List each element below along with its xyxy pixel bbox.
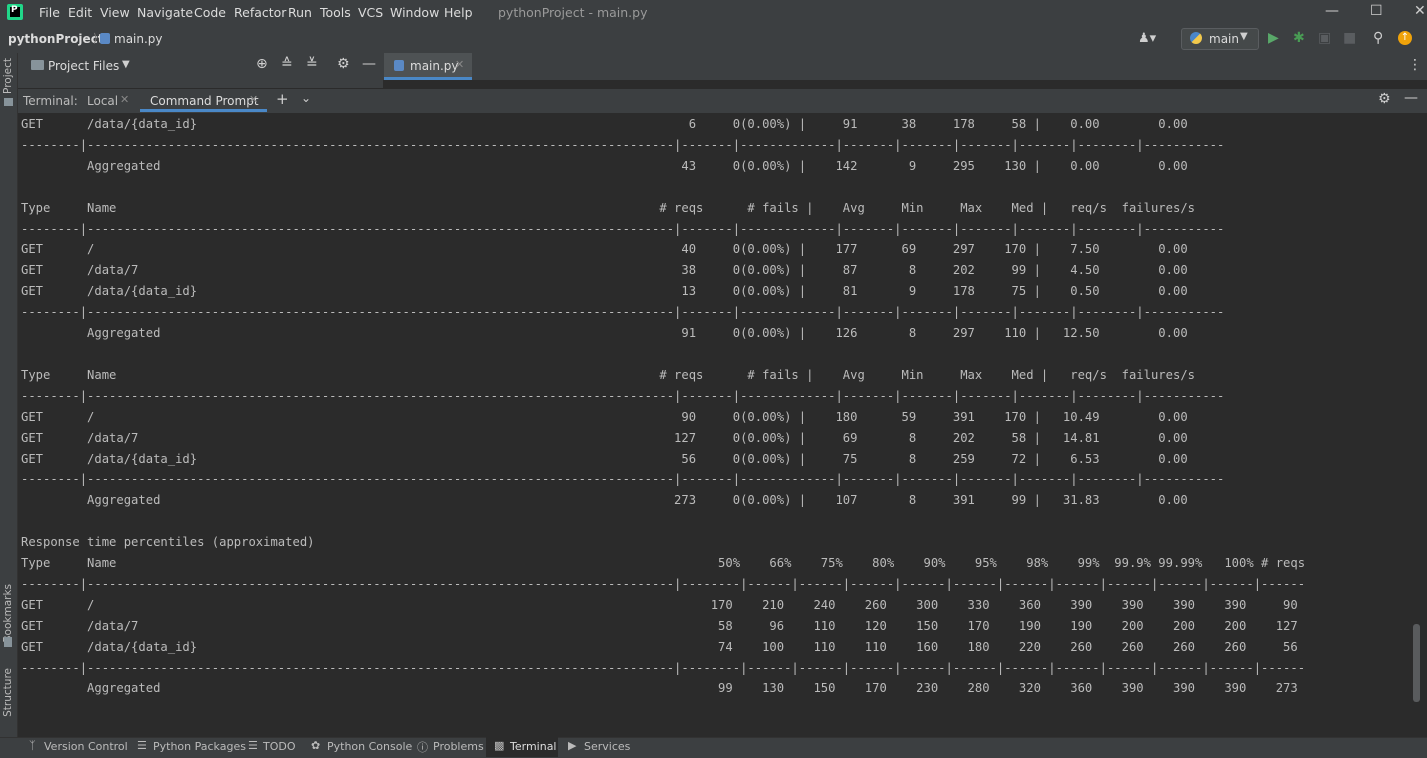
stop-icon[interactable]: ■ xyxy=(1343,30,1356,46)
menu-code[interactable]: Code xyxy=(194,5,226,20)
menu-window[interactable]: Window xyxy=(390,5,439,20)
close-icon[interactable]: ✕ xyxy=(249,93,258,106)
menu-tools[interactable]: Tools xyxy=(320,5,351,20)
editor-tab-label[interactable]: main.py xyxy=(410,59,459,73)
status-tab-services[interactable]: Services xyxy=(584,740,630,753)
window-title: pythonProject - main.py xyxy=(498,5,648,20)
chevron-down-icon: ▼ xyxy=(1240,31,1248,42)
folder-icon xyxy=(4,98,13,106)
expand-all-icon[interactable]: ≙ xyxy=(281,56,293,72)
breadcrumb-project[interactable]: pythonProject xyxy=(8,32,104,46)
menu-vcs[interactable]: VCS xyxy=(358,5,383,20)
terminal-icon: ▩ xyxy=(494,739,505,752)
gear-icon[interactable]: ⚙ xyxy=(337,56,350,72)
run-icon[interactable]: ▶ xyxy=(1268,30,1279,46)
run-configuration-label: main xyxy=(1209,32,1239,46)
problems-icon: ⓘ xyxy=(417,741,428,754)
status-tab-python-packages[interactable]: Python Packages xyxy=(153,740,246,753)
editor-tab-bar xyxy=(383,53,1427,80)
project-tree-partial xyxy=(18,80,383,88)
chevron-down-icon[interactable]: ▼ xyxy=(122,59,130,70)
status-tab-problems[interactable]: Problems xyxy=(433,740,484,753)
status-tab-version-control[interactable]: Version Control xyxy=(44,740,128,753)
folder-icon xyxy=(31,60,44,70)
minimize-window-button[interactable]: — xyxy=(1325,3,1339,19)
python-packages-icon: ☰ xyxy=(137,739,147,752)
version-control-icon: ᛉ xyxy=(29,739,36,752)
project-view-selector[interactable]: Project Files xyxy=(48,59,119,73)
maximize-window-icon[interactable]: ☐ xyxy=(1370,3,1383,19)
more-options-icon[interactable]: ⋮ xyxy=(1408,57,1422,73)
terminal-tab-command-prompt-label[interactable]: Command Prompt xyxy=(150,94,259,108)
python-file-icon xyxy=(394,60,404,71)
pycharm-logo-icon[interactable]: P xyxy=(7,4,23,20)
user-account-icon[interactable]: ♟▾ xyxy=(1138,31,1156,46)
status-tab-todo[interactable]: TODO xyxy=(263,740,296,753)
coverage-icon[interactable]: ▣ xyxy=(1318,30,1331,46)
bookmarks-tool-button[interactable]: Bookmarks xyxy=(2,584,14,643)
search-icon[interactable]: ⚲ xyxy=(1373,30,1383,46)
hide-panel-icon[interactable]: — xyxy=(1404,90,1418,106)
python-icon xyxy=(1190,32,1202,44)
status-tab-terminal[interactable]: Terminal xyxy=(510,740,557,753)
python-console-icon: ✿ xyxy=(311,739,321,752)
terminal-output[interactable]: GET /data/{data_id} 6 0(0.00%) | 91 38 1… xyxy=(18,114,1410,699)
update-icon[interactable]: ↑ xyxy=(1398,31,1412,45)
terminal-output-area[interactable]: GET /data/{data_id} 6 0(0.00%) | 91 38 1… xyxy=(18,113,1410,735)
menu-navigate[interactable]: Navigate xyxy=(137,5,193,20)
terminal-tab-local[interactable]: Local xyxy=(87,94,118,108)
collapse-all-icon[interactable]: ≚ xyxy=(306,56,318,72)
breadcrumb-separator-icon: ⟩ xyxy=(93,31,98,45)
locate-file-icon[interactable]: ⊕ xyxy=(256,56,268,72)
chevron-down-icon[interactable]: ⌄ xyxy=(301,91,311,105)
menu-refactor[interactable]: Refactor xyxy=(234,5,286,20)
breadcrumb-file[interactable]: main.py xyxy=(114,32,163,46)
new-terminal-icon[interactable]: + xyxy=(276,90,289,108)
menu-file[interactable]: File xyxy=(39,5,60,20)
services-icon: ▶ xyxy=(568,739,577,752)
close-icon[interactable]: ✕ xyxy=(455,58,464,71)
gear-icon[interactable]: ⚙ xyxy=(1378,91,1391,107)
close-window-icon[interactable]: ✕ xyxy=(1414,3,1426,19)
structure-tool-button[interactable]: Structure xyxy=(2,668,14,717)
hide-panel-icon[interactable]: — xyxy=(362,56,376,72)
python-file-icon xyxy=(100,33,110,44)
bookmark-icon xyxy=(4,637,12,647)
menu-help[interactable]: Help xyxy=(444,5,473,20)
terminal-scrollbar[interactable] xyxy=(1413,624,1420,702)
todo-icon: ☰ xyxy=(248,739,258,752)
menu-view[interactable]: View xyxy=(100,5,130,20)
close-icon[interactable]: ✕ xyxy=(120,93,129,106)
status-tab-python-console[interactable]: Python Console xyxy=(327,740,412,753)
terminal-title: Terminal: xyxy=(23,94,78,108)
menu-run[interactable]: Run xyxy=(288,5,312,20)
project-tool-button[interactable]: Project xyxy=(2,58,14,94)
menu-edit[interactable]: Edit xyxy=(68,5,92,20)
debug-icon[interactable]: ✱ xyxy=(1293,30,1305,46)
